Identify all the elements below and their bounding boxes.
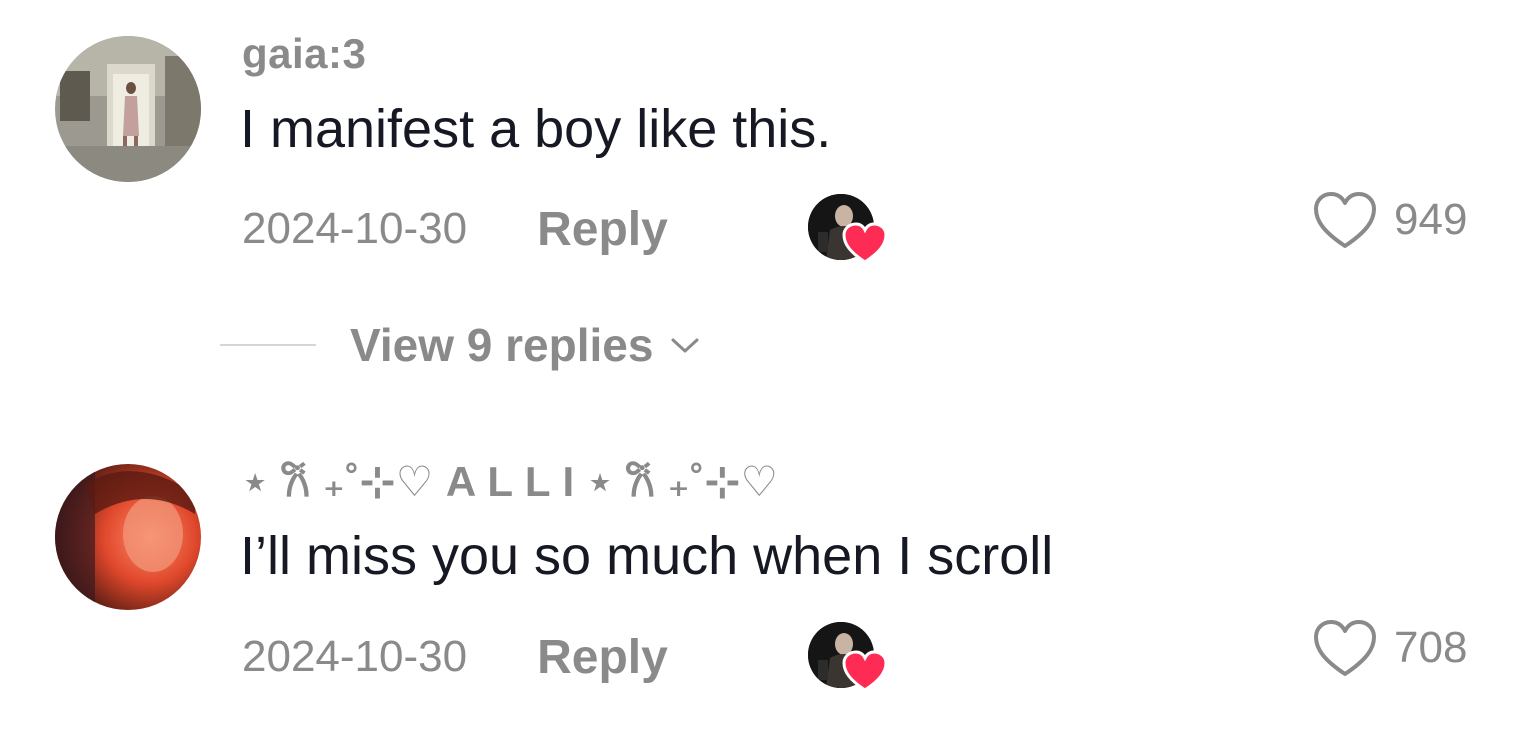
reply-button[interactable]: Reply [537, 630, 668, 685]
creator-liked-badge [808, 194, 888, 264]
comments-panel: gaia:3 I manifest a boy like this. 2024-… [0, 0, 1536, 747]
comment-text: I’ll miss you so much when I scroll [240, 526, 1054, 586]
avatar[interactable] [55, 36, 201, 182]
comment-meta: 2024-10-30 Reply [242, 622, 888, 692]
divider [220, 344, 316, 346]
like-button[interactable]: 708 [1310, 616, 1467, 680]
comment-text: I manifest a boy like this. [240, 99, 832, 159]
creator-liked-badge [808, 622, 888, 692]
like-count: 949 [1394, 195, 1468, 244]
heart-outline-icon [1314, 620, 1376, 676]
comment-item: ⋆ 𐙚 ₊˚⊹♡ A L L I ⋆ 𐙚 ₊˚⊹♡ I’ll miss you … [0, 430, 1536, 747]
comment-date: 2024-10-30 [242, 632, 468, 681]
heart-filled-icon [842, 222, 888, 264]
like-button[interactable]: 949 [1310, 188, 1467, 252]
comment-username[interactable]: gaia:3 [242, 30, 366, 78]
comment-username[interactable]: ⋆ 𐙚 ₊˚⊹♡ A L L I ⋆ 𐙚 ₊˚⊹♡ [242, 452, 779, 509]
heart-outline-icon [1314, 192, 1376, 248]
reply-button[interactable]: Reply [537, 202, 668, 257]
view-replies-label: View 9 replies [350, 319, 654, 371]
comment-item: gaia:3 I manifest a boy like this. 2024-… [0, 0, 1536, 300]
comment-meta: 2024-10-30 Reply [242, 194, 888, 264]
comment-date: 2024-10-30 [242, 204, 468, 253]
chevron-down-icon [671, 338, 699, 353]
avatar[interactable] [55, 464, 201, 610]
view-replies-button[interactable]: View 9 replies [220, 315, 701, 375]
like-count: 708 [1394, 623, 1468, 672]
heart-filled-icon [842, 650, 888, 692]
